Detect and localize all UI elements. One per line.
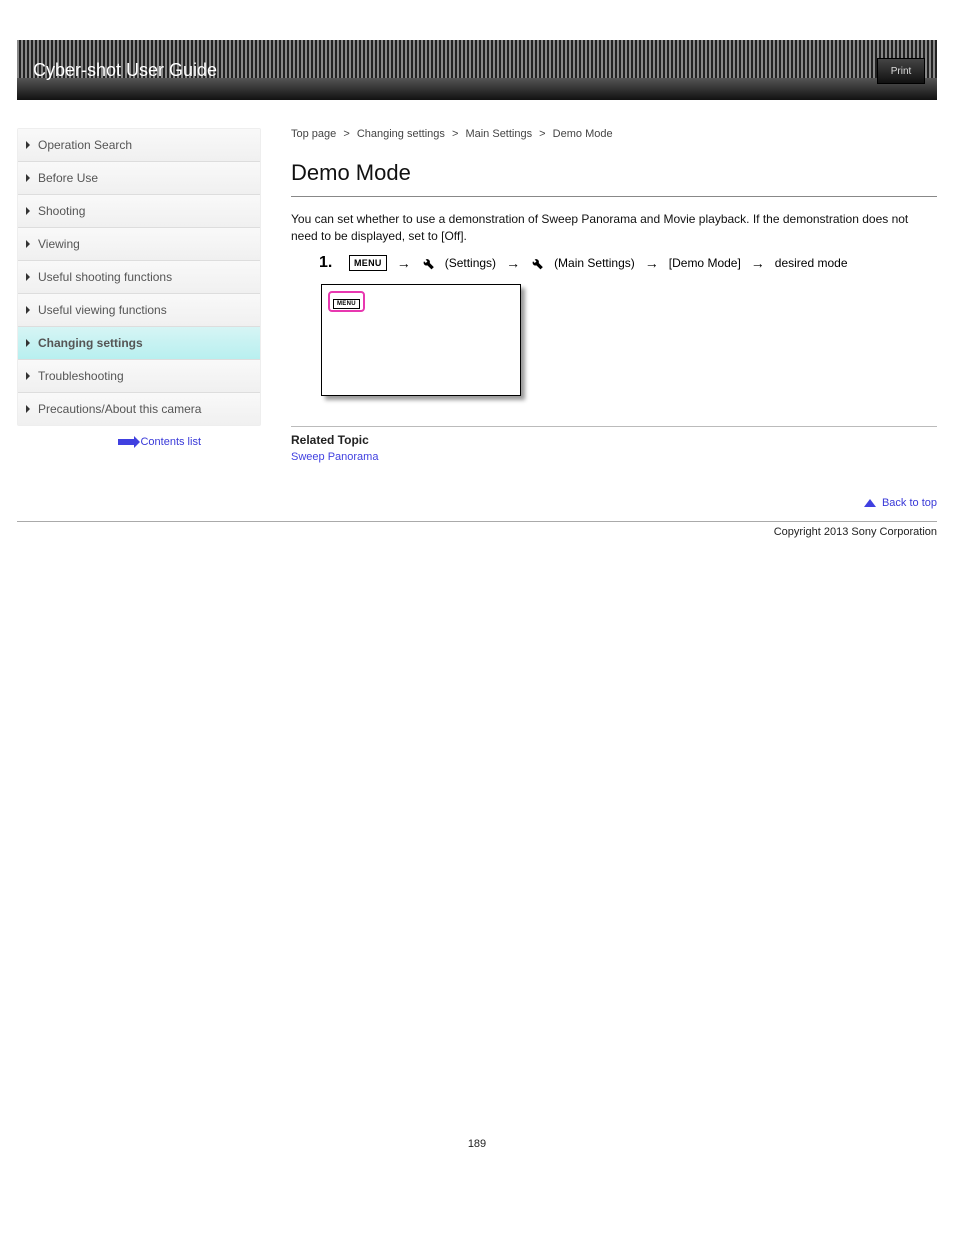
- copyright-text: Copyright 2013 Sony Corporation: [774, 526, 937, 538]
- back-to-top-link[interactable]: Back to top: [864, 497, 937, 509]
- arrow-right-icon: [118, 439, 134, 445]
- main-settings-label: (Main Settings): [554, 256, 635, 270]
- arrow-right-icon: →: [645, 255, 659, 271]
- nav-item-troubleshooting[interactable]: Troubleshooting: [18, 360, 260, 393]
- nav-label: Viewing: [38, 237, 80, 251]
- related-topic-section: Related Topic Sweep Panorama: [291, 426, 937, 463]
- contents-list-link[interactable]: Contents list: [17, 436, 261, 448]
- page-number: 189: [17, 1138, 937, 1170]
- nav-item-before-use[interactable]: Before Use: [18, 162, 260, 195]
- nav-label: Troubleshooting: [38, 369, 124, 383]
- screenshot-highlight: MENU: [328, 291, 365, 312]
- back-link-label: Contents list: [140, 436, 201, 448]
- sidebar: Operation Search Before Use Shooting Vie…: [17, 128, 261, 448]
- header-banner: Cyber-shot User Guide Print: [17, 40, 937, 100]
- nav-item-precautions[interactable]: Precautions/About this camera: [18, 393, 260, 425]
- caret-icon: [26, 174, 30, 182]
- crumb-sep: >: [539, 128, 545, 140]
- nav-item-shooting[interactable]: Shooting: [18, 195, 260, 228]
- nav-label: Shooting: [38, 204, 85, 218]
- nav-list: Operation Search Before Use Shooting Vie…: [17, 128, 261, 426]
- nav-item-viewing[interactable]: Viewing: [18, 228, 260, 261]
- nav-label: Before Use: [38, 171, 98, 185]
- arrow-right-icon: →: [506, 255, 520, 271]
- crumb-subsection[interactable]: Main Settings: [465, 128, 532, 140]
- caret-icon: [26, 339, 30, 347]
- footer: Copyright 2013 Sony Corporation: [17, 521, 937, 538]
- camera-screenshot: MENU: [321, 284, 521, 396]
- step-1: 1. MENU → (Settings) → (Main Settings) →…: [319, 254, 937, 272]
- arrow-right-icon: →: [751, 255, 765, 271]
- banner-title: Cyber-shot User Guide: [33, 60, 217, 81]
- caret-icon: [26, 306, 30, 314]
- step-number: 1.: [319, 254, 339, 272]
- settings-icon: [421, 256, 435, 270]
- nav-label: Useful shooting functions: [38, 270, 172, 284]
- crumb-section[interactable]: Changing settings: [357, 128, 445, 140]
- nav-item-operation-search[interactable]: Operation Search: [18, 129, 260, 162]
- crumb-current: Demo Mode: [553, 128, 613, 140]
- nav-label: Useful viewing functions: [38, 303, 167, 317]
- main-content: Top page > Changing settings > Main Sett…: [291, 128, 937, 463]
- crumb-sep: >: [452, 128, 458, 140]
- arrow-right-icon: →: [397, 255, 411, 271]
- nav-item-changing-settings[interactable]: Changing settings: [18, 327, 260, 360]
- back-to-top-label: Back to top: [882, 497, 937, 509]
- caret-icon: [26, 240, 30, 248]
- settings-label: (Settings): [445, 256, 496, 270]
- related-title: Related Topic: [291, 433, 937, 447]
- caret-icon: [26, 273, 30, 281]
- page-heading: Demo Mode: [291, 160, 937, 197]
- menu-button-icon: MENU: [349, 255, 387, 271]
- nav-label: Changing settings: [38, 336, 143, 350]
- caret-icon: [26, 405, 30, 413]
- description-text: You can set whether to use a demonstrati…: [291, 211, 937, 246]
- caret-icon: [26, 207, 30, 215]
- crumb-top[interactable]: Top page: [291, 128, 336, 140]
- nav-label: Operation Search: [38, 138, 132, 152]
- target-label: [Demo Mode]: [669, 256, 741, 270]
- related-link[interactable]: Sweep Panorama: [291, 451, 937, 463]
- print-button[interactable]: Print: [877, 58, 925, 84]
- tail-label: desired mode: [775, 256, 848, 270]
- nav-label: Precautions/About this camera: [38, 402, 201, 416]
- caret-icon: [26, 141, 30, 149]
- menu-button-icon: MENU: [333, 299, 360, 309]
- arrow-up-icon: [864, 499, 876, 507]
- breadcrumb: Top page > Changing settings > Main Sett…: [291, 128, 937, 140]
- nav-item-useful-shooting[interactable]: Useful shooting functions: [18, 261, 260, 294]
- main-settings-icon: [530, 256, 544, 270]
- nav-item-useful-viewing[interactable]: Useful viewing functions: [18, 294, 260, 327]
- caret-icon: [26, 372, 30, 380]
- crumb-sep: >: [343, 128, 349, 140]
